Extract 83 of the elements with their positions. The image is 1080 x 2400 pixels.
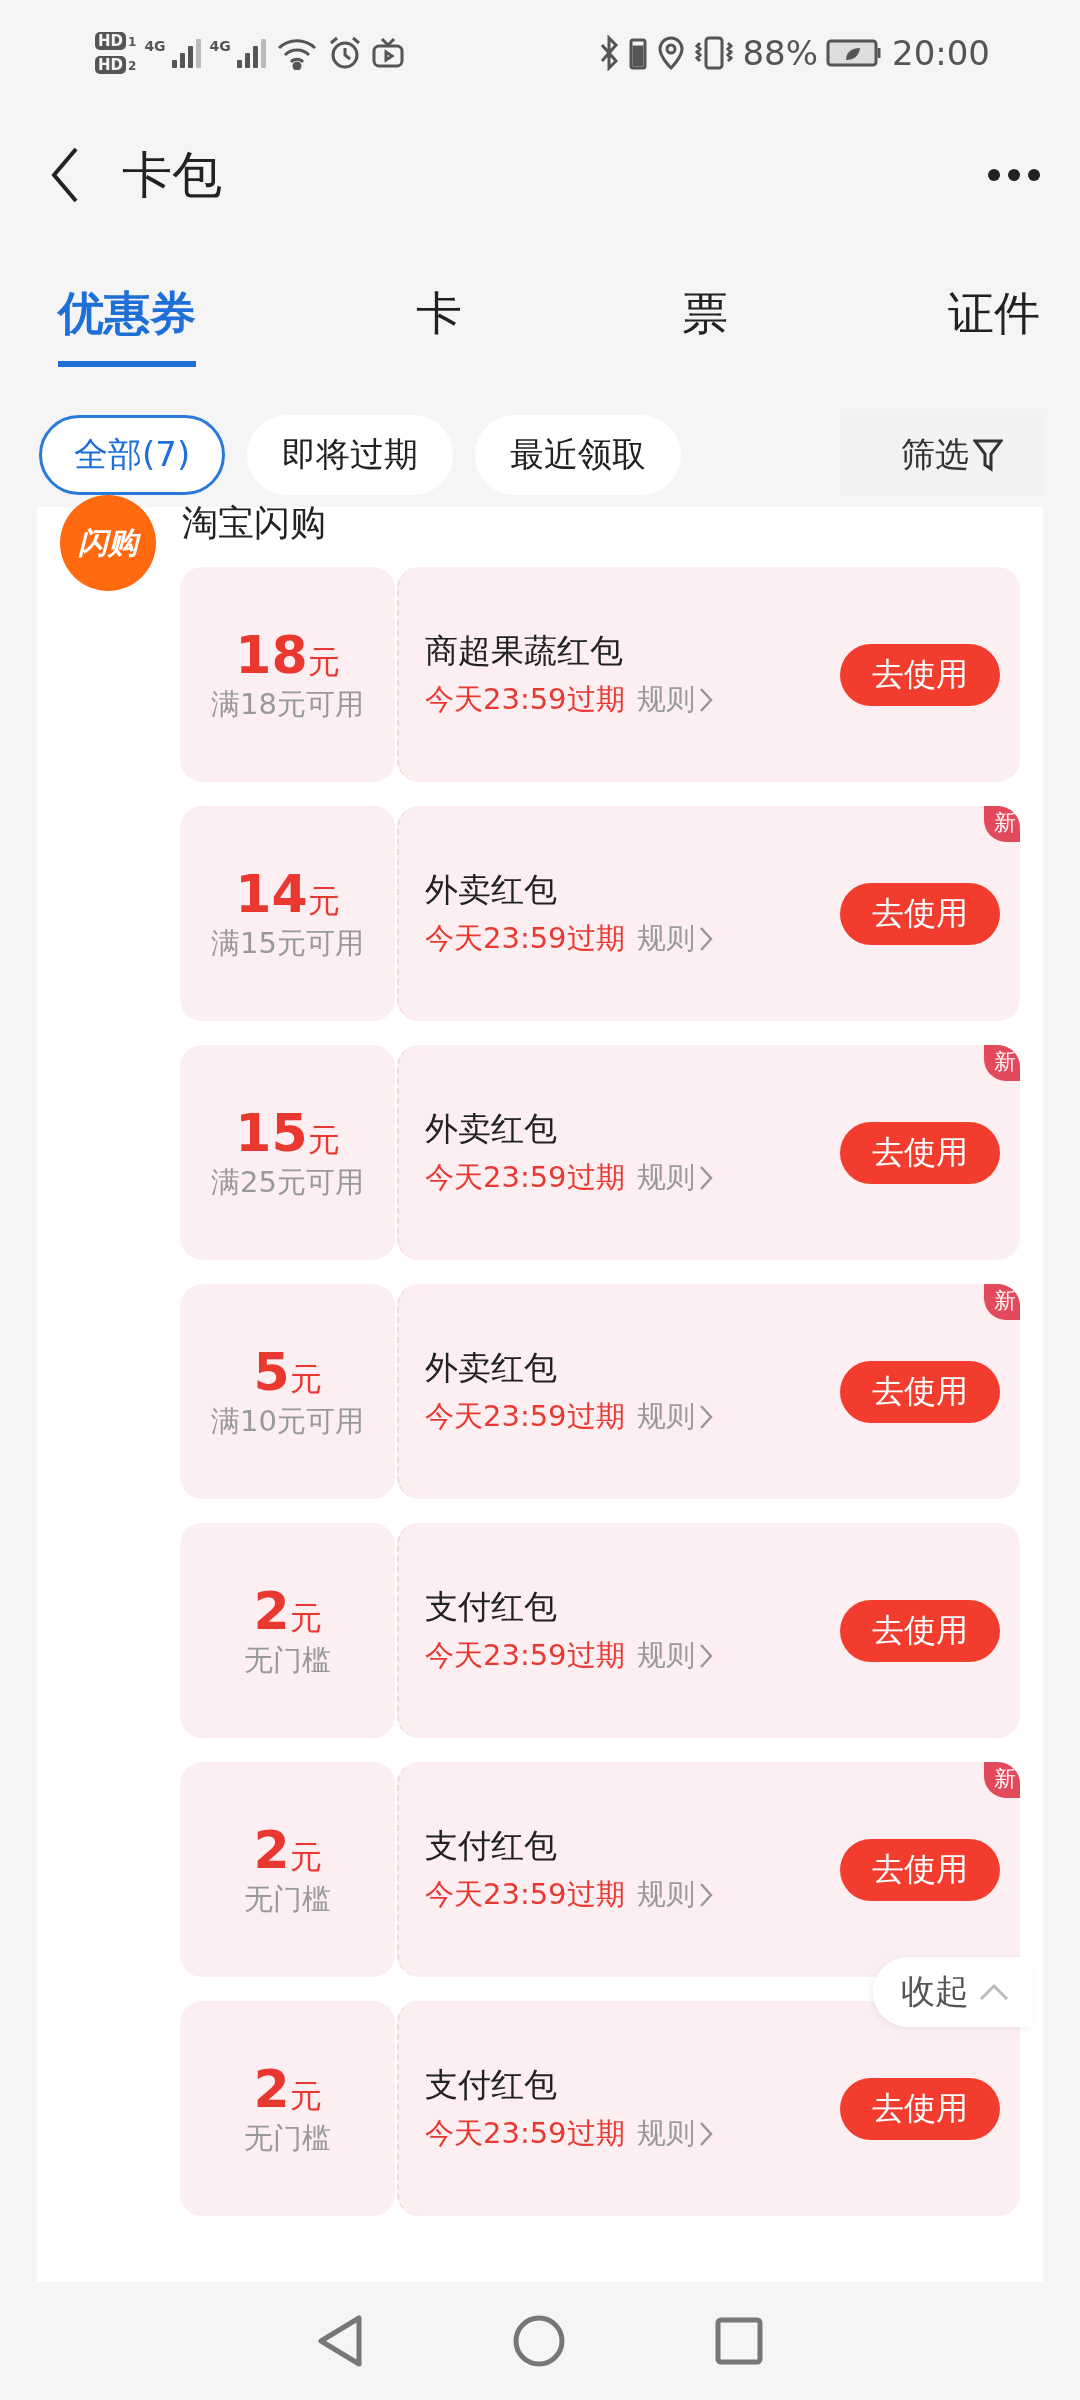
coupon-condition: 无门槛 [244, 1641, 331, 1679]
new-badge: 新 [984, 1045, 1020, 1081]
coupon-amount: 5元 [253, 1341, 322, 1402]
rules-link[interactable]: 规则 [636, 919, 713, 959]
tab[interactable]: 优惠券 [58, 283, 196, 367]
chevron-right-icon [698, 1165, 713, 1191]
coupon-amount: 14元 [235, 863, 340, 924]
coupon-title: 商超果蔬红包 [425, 630, 624, 672]
home-nav-icon[interactable] [513, 2315, 565, 2367]
chevron-right-icon [698, 1404, 713, 1430]
tab[interactable]: 卡 [416, 283, 462, 367]
merchant-name: 淘宝闪购 [182, 501, 326, 545]
use-button[interactable]: 去使用 [840, 1599, 1000, 1662]
use-button[interactable]: 去使用 [840, 882, 1000, 945]
coupon-amount: 2元 [253, 1580, 322, 1641]
coupon-expiry: 今天23:59过期 [425, 920, 625, 957]
tab[interactable]: 证件 [948, 283, 1040, 367]
filter-chip[interactable]: 全部(7) [39, 415, 226, 495]
coupon-condition: 无门槛 [244, 2119, 331, 2157]
filter-icon [973, 438, 1003, 472]
chevron-right-icon [698, 926, 713, 952]
coupon-condition: 满15元可用 [211, 924, 364, 962]
tv-icon [370, 35, 405, 70]
tab[interactable]: 票 [682, 283, 728, 367]
vibrate-icon [694, 34, 735, 71]
rules-link[interactable]: 规则 [636, 680, 713, 720]
recents-nav-icon[interactable] [715, 2317, 763, 2365]
use-button[interactable]: 去使用 [840, 643, 1000, 706]
coupon-amount: 15元 [235, 1102, 340, 1163]
coupon-expiry: 今天23:59过期 [425, 1398, 625, 1435]
back-icon[interactable] [50, 147, 80, 203]
coupon-condition: 满25元可用 [211, 1163, 364, 1201]
new-badge: 新 [984, 1762, 1020, 1798]
filter-chip[interactable]: 即将过期 [247, 415, 454, 495]
use-button[interactable]: 去使用 [840, 1838, 1000, 1901]
coupon-amount: 2元 [253, 2058, 322, 2119]
back-nav-icon[interactable] [317, 2314, 363, 2368]
rules-link[interactable]: 规则 [636, 1875, 713, 1915]
rules-link[interactable]: 规则 [636, 1397, 713, 1437]
use-button[interactable]: 去使用 [840, 2077, 1000, 2140]
merchant-logo: 闪购 [60, 495, 156, 591]
sim-label: HD [95, 55, 126, 74]
coupon-title: 外卖红包 [425, 1108, 558, 1150]
coupon-title: 外卖红包 [425, 869, 558, 911]
rules-link[interactable]: 规则 [636, 2114, 713, 2154]
chevron-right-icon [698, 1643, 713, 1669]
coupon-expiry: 今天23:59过期 [425, 1637, 625, 1674]
battery-percent: 88% [742, 32, 818, 73]
more-icon[interactable] [988, 169, 1040, 181]
new-badge: 新 [984, 806, 1020, 842]
sim-slot: 2 [128, 58, 137, 73]
rules-link[interactable]: 规则 [636, 1158, 713, 1198]
use-button[interactable]: 去使用 [840, 1360, 1000, 1423]
network-label: 4G [209, 37, 231, 54]
clock-time: 20:00 [892, 32, 990, 73]
chevron-right-icon [698, 687, 713, 713]
coupon-condition: 满18元可用 [211, 685, 364, 723]
battery-saver-icon [826, 37, 884, 68]
coupon-expiry: 今天23:59过期 [425, 681, 625, 718]
filter-chip[interactable]: 最近领取 [475, 415, 682, 495]
new-badge: 新 [984, 1284, 1020, 1320]
page-title: 卡包 [122, 144, 223, 206]
coupon-amount: 18元 [235, 624, 340, 685]
chevron-up-icon [979, 1983, 1009, 2001]
coupon-title: 支付红包 [425, 2064, 558, 2106]
chevron-right-icon [698, 2121, 713, 2147]
coupon-title: 外卖红包 [425, 1347, 558, 1389]
coupon-expiry: 今天23:59过期 [425, 2115, 625, 2152]
chevron-right-icon [698, 1882, 713, 1908]
sim-label: HD [95, 31, 126, 50]
network-label: 4G [144, 37, 166, 54]
coupon-amount: 2元 [253, 1819, 322, 1880]
rules-link[interactable]: 规则 [636, 1636, 713, 1676]
coupon-title: 支付红包 [425, 1586, 558, 1628]
coupon-condition: 无门槛 [244, 1880, 331, 1918]
bluetooth-icon [598, 34, 621, 71]
use-button[interactable]: 去使用 [840, 1121, 1000, 1184]
coupon-expiry: 今天23:59过期 [425, 1159, 625, 1196]
sim-slot: 1 [128, 34, 137, 49]
coupon-condition: 满10元可用 [211, 1402, 364, 1440]
coupon-title: 支付红包 [425, 1825, 558, 1867]
collapse-button[interactable]: 收起 [873, 1957, 1033, 2027]
coupon-expiry: 今天23:59过期 [425, 1876, 625, 1913]
